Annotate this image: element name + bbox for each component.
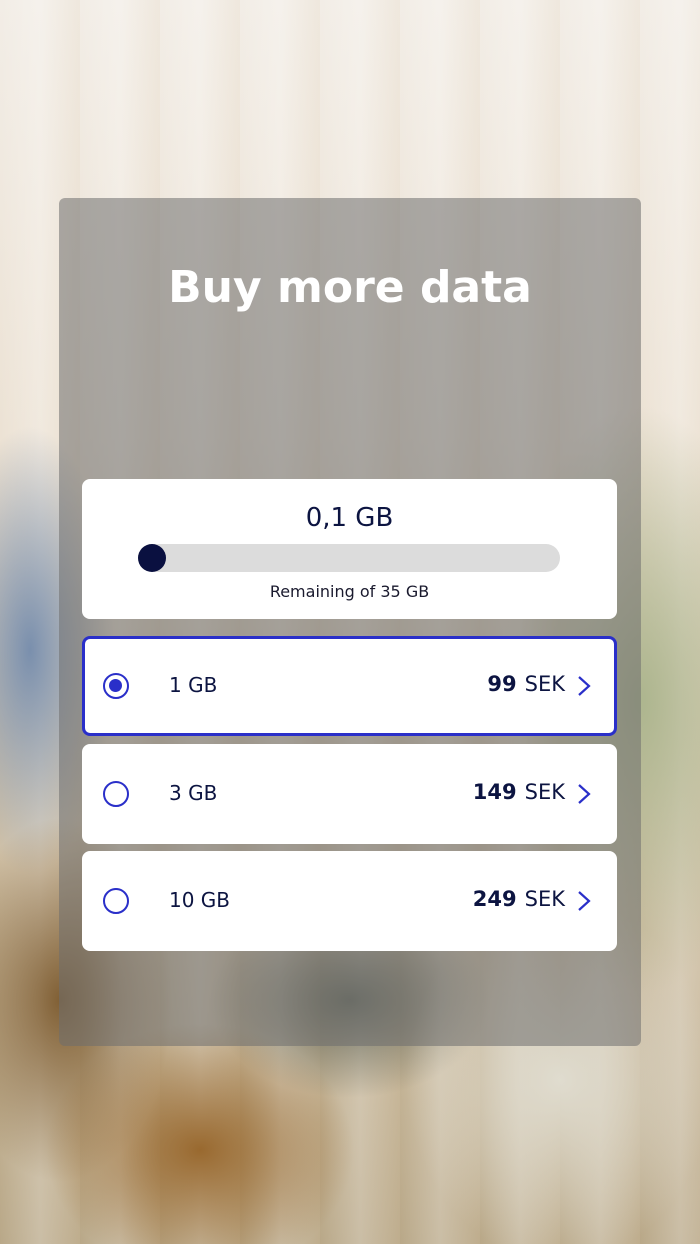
option-1gb[interactable]: 1 GB 99 SEK <box>82 636 617 736</box>
usage-value: 0,1 GB <box>305 503 394 533</box>
option-label: 3 GB <box>169 781 218 805</box>
usage-progress-fill <box>138 544 166 572</box>
price-currency: SEK <box>524 780 565 804</box>
price-amount: 149 <box>472 780 517 804</box>
price-amount: 249 <box>472 887 517 911</box>
price-currency: SEK <box>524 672 565 696</box>
chevron-right-icon <box>578 891 591 911</box>
usage-progress-track <box>138 544 560 572</box>
option-label: 10 GB <box>169 888 231 912</box>
radio-button[interactable] <box>103 781 129 807</box>
radio-selected-dot <box>109 679 122 692</box>
usage-card: 0,1 GB Remaining of 35 GB <box>82 479 617 619</box>
radio-button[interactable] <box>103 888 129 914</box>
chevron-right-icon <box>578 676 591 696</box>
radio-button[interactable] <box>103 673 129 699</box>
option-price: 249 SEK <box>473 887 565 911</box>
price-amount: 99 <box>487 672 517 696</box>
option-price: 99 SEK <box>487 672 565 696</box>
chevron-right-icon <box>578 784 591 804</box>
price-currency: SEK <box>524 887 565 911</box>
option-label: 1 GB <box>169 673 218 697</box>
option-3gb[interactable]: 3 GB 149 SEK <box>82 744 617 844</box>
option-10gb[interactable]: 10 GB 249 SEK <box>82 851 617 951</box>
remaining-label: Remaining of 35 GB <box>269 582 430 601</box>
option-price: 149 SEK <box>473 780 565 804</box>
page-title: Buy more data <box>168 262 532 313</box>
